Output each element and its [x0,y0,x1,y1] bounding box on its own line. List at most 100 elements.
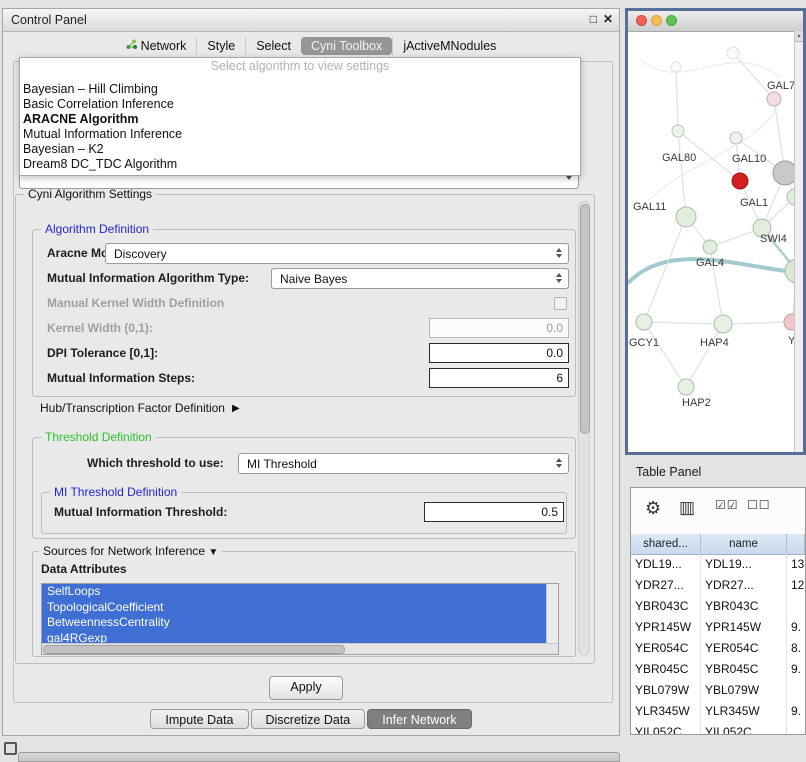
data-attributes-label: Data Attributes [41,562,127,576]
mi-algorithm-type-label: Mutual Information Algorithm Type: [47,271,249,285]
algorithm-option[interactable]: Mutual Information Inference [20,127,580,142]
tab-impute-data[interactable]: Impute Data [150,709,248,729]
tab-discretize-data[interactable]: Discretize Data [251,709,366,729]
network-edge [644,322,686,387]
hub-transcription-factor-section[interactable]: Hub/Transcription Factor Definition ▶ [40,401,240,415]
aracne-mode-select[interactable]: Discovery [105,243,569,264]
table-cell: YDR27... [631,575,701,596]
algorithm-dropdown-list: Bayesian – Hill ClimbingBasic Correlatio… [20,82,580,172]
tab-infer-network[interactable]: Infer Network [367,709,471,729]
table-cell: YBL079W [631,680,701,701]
network-node[interactable] [714,315,732,333]
manual-kernel-width-checkbox[interactable] [554,297,567,310]
spinner-arrows-icon [553,248,564,258]
zoom-traffic-light[interactable] [666,15,677,26]
node-label: SWI4 [760,233,787,245]
spinner-arrows-icon [553,273,564,283]
mi-threshold-input[interactable] [424,502,564,522]
algorithm-option[interactable]: ARACNE Algorithm [20,112,580,127]
table-row[interactable]: YBR043CYBR043C [631,596,805,617]
tab-select[interactable]: Select [245,37,301,55]
column-header-shared-name[interactable]: shared... [631,534,701,554]
mi-algorithm-type-select[interactable]: Naive Bayes [271,268,569,289]
table-cell: YBR045C [631,659,701,680]
gear-icon[interactable]: ⚙ [645,498,661,519]
network-canvas[interactable]: GAL7GAL80GAL10GAL11GAL1SWI4GAL4GCY1HAP4H… [628,31,795,452]
table-row[interactable]: YLR345WYLR345W9. [631,701,805,722]
network-edge [644,322,723,324]
minimized-window-icon[interactable] [4,742,17,755]
network-edge [644,217,686,322]
network-node[interactable] [678,379,694,395]
network-node[interactable] [773,161,795,185]
column-header-name[interactable]: name [701,534,787,554]
settings-scrollbar[interactable] [578,201,590,655]
sources-group-title[interactable]: Sources for Network Inference ▼ [39,544,222,558]
float-window-icon[interactable]: □ [590,12,597,26]
minimize-traffic-light[interactable] [651,15,662,26]
attributes-horizontal-scrollbar[interactable] [42,643,558,654]
algorithm-option[interactable]: Bayesian – Hill Climbing [20,82,580,97]
mi-steps-label: Mutual Information Steps: [47,371,195,385]
tab-network[interactable]: Network [116,37,197,55]
table-row[interactable]: YDR27...YDR27...12 [631,575,805,596]
network-node[interactable] [636,314,652,330]
table-row[interactable]: YBR045CYBR045C9. [631,659,805,680]
table-row[interactable]: YIL052CYIL052C [631,722,805,735]
tab-jactivemnodules[interactable]: jActiveMNodules [392,37,506,55]
network-node[interactable] [676,207,696,227]
scroll-up-icon[interactable]: ▲ [795,31,803,42]
settings-scrollbar-thumb[interactable] [580,204,590,434]
table-cell: YLR345W [631,701,701,722]
expanded-arrow-icon: ▼ [208,547,218,558]
network-node[interactable] [672,125,684,137]
attribute-list-item[interactable]: SelfLoops [42,584,547,600]
control-panel-titlebar: Control Panel □ ✕ [3,9,619,32]
table-row[interactable]: YER054CYER054C8. [631,638,805,659]
close-window-icon[interactable]: ✕ [603,12,613,26]
kernel-width-input[interactable] [429,318,569,338]
node-label: GAL10 [732,153,766,165]
algorithm-dropdown: Select algorithm to view settings Bayesi… [19,57,581,176]
network-node[interactable] [727,47,739,59]
table-row[interactable]: YBL079WYBL079W [631,680,805,701]
table-cell: 13 [787,554,805,575]
minimized-window-bar[interactable] [18,752,620,762]
mi-steps-input[interactable] [429,368,569,388]
algorithm-option[interactable]: Bayesian – K2 [20,142,580,157]
attributes-vertical-scrollbar[interactable] [546,584,558,644]
apply-button[interactable]: Apply [269,676,343,700]
which-threshold-select[interactable]: MI Threshold [238,453,569,474]
table-cell: 12 [787,575,805,596]
column-header-cropped[interactable] [787,534,805,554]
threshold-definition-title: Threshold Definition [41,430,156,444]
algorithm-definition-title: Algorithm Definition [41,222,153,236]
network-vertical-scrollbar[interactable]: ▲ [794,31,803,452]
network-node[interactable] [767,92,781,106]
table-row[interactable]: YDL19...YDL19...13 [631,554,805,575]
table-cell [787,680,805,701]
algorithm-option[interactable]: Basic Correlation Inference [20,97,580,112]
network-edge [733,53,774,99]
control-panel-tabbar: Network Style Select Cyni Toolbox jActiv… [3,35,619,57]
network-node[interactable] [732,173,748,189]
tab-cyni-toolbox[interactable]: Cyni Toolbox [301,37,392,55]
deselect-all-icon[interactable]: ☐☐ [747,498,771,512]
network-node[interactable] [671,62,681,72]
node-label: GAL7 [767,80,795,92]
attribute-list-item[interactable]: TopologicalCoefficient [42,600,547,616]
columns-icon[interactable]: ▥ [679,498,695,518]
sources-title-text: Sources for Network Inference [43,544,205,558]
select-all-icon[interactable]: ☑☑ [715,498,739,512]
algorithm-option[interactable]: Dream8 DC_TDC Algorithm [20,157,580,172]
close-traffic-light[interactable] [636,15,647,26]
network-node[interactable] [703,240,717,254]
tab-style[interactable]: Style [196,37,245,55]
which-threshold-value: MI Threshold [247,457,317,471]
table-row[interactable]: YPR145WYPR145W9. [631,617,805,638]
network-node[interactable] [730,132,742,144]
attribute-list-item[interactable]: BetweennessCentrality [42,615,547,631]
table-cell: YER054C [701,638,787,659]
attributes-horizontal-scrollbar-thumb[interactable] [43,645,345,654]
dpi-tolerance-input[interactable] [429,343,569,363]
